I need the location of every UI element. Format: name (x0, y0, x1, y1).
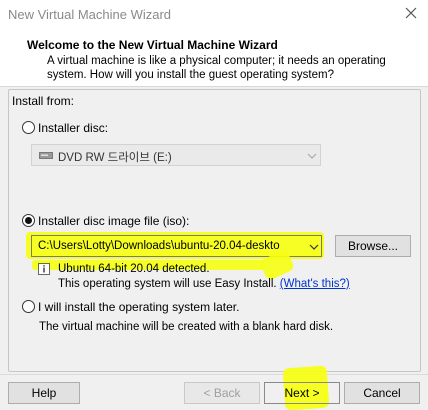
window-title: New Virtual Machine Wizard (8, 7, 172, 22)
install-later-radio[interactable] (22, 300, 35, 313)
page-description: A virtual machine is like a physical com… (47, 55, 386, 81)
iso-path-value[interactable]: C:\Users\Lotty\Downloads\ubuntu-20.04-de… (38, 240, 280, 252)
installer-disc-label[interactable]: Installer disc: (38, 121, 108, 135)
divider (0, 374, 428, 375)
next-button[interactable]: Next > (264, 382, 340, 404)
back-button[interactable]: < Back (184, 382, 260, 404)
help-button[interactable]: Help (8, 382, 80, 404)
blank-disk-note: The virtual machine will be created with… (39, 321, 334, 333)
detected-os-text: Ubuntu 64-bit 20.04 detected. (58, 263, 210, 275)
page-title: Welcome to the New Virtual Machine Wizar… (27, 38, 278, 52)
cancel-button[interactable]: Cancel (344, 382, 420, 404)
chevron-down-icon (307, 153, 317, 159)
install-from-label: Install from: (12, 94, 75, 108)
whats-this-link[interactable]: (What's this?) (280, 278, 350, 290)
close-icon[interactable] (404, 6, 418, 20)
disc-drive-icon (39, 152, 53, 159)
disc-drive-value: DVD RW 드라이브 (E:) (58, 152, 172, 164)
iso-label[interactable]: Installer disc image file (iso): (38, 214, 189, 228)
iso-radio[interactable] (22, 214, 35, 227)
info-icon (38, 263, 50, 275)
chevron-down-icon[interactable] (309, 244, 319, 250)
install-later-label[interactable]: I will install the operating system late… (38, 300, 239, 314)
installer-disc-radio[interactable] (22, 121, 35, 134)
easy-install-text: This operating system will use Easy Inst… (58, 278, 350, 290)
easy-install-label: This operating system will use Easy Inst… (58, 278, 277, 290)
disc-drive-select: DVD RW 드라이브 (E:) (31, 144, 321, 166)
browse-button[interactable]: Browse... (335, 235, 411, 257)
